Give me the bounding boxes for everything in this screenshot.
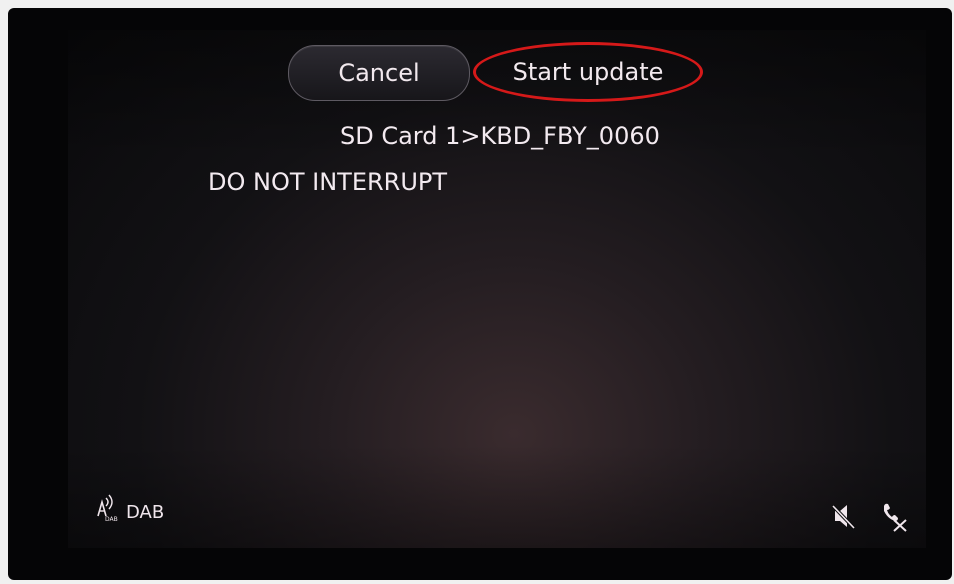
dab-status: DAB DAB bbox=[90, 492, 164, 522]
update-source-path: SD Card 1>KBD_FBY_0060 bbox=[340, 122, 660, 150]
status-icons bbox=[830, 500, 908, 532]
call-ended-icon bbox=[884, 503, 907, 532]
warning-message: DO NOT INTERRUPT bbox=[208, 168, 448, 196]
infotainment-display: Cancel Start update SD Card 1>KBD_FBY_00… bbox=[68, 30, 926, 548]
screen-bezel: Cancel Start update SD Card 1>KBD_FBY_00… bbox=[8, 8, 952, 580]
photo-frame: Cancel Start update SD Card 1>KBD_FBY_00… bbox=[0, 0, 954, 584]
start-update-button[interactable]: Start update bbox=[473, 42, 703, 102]
svg-text:DAB: DAB bbox=[105, 516, 118, 522]
mute-icon bbox=[831, 504, 856, 530]
cancel-button[interactable]: Cancel bbox=[288, 45, 470, 101]
start-update-button-label: Start update bbox=[512, 58, 664, 86]
dab-label: DAB bbox=[126, 502, 165, 523]
cancel-button-label: Cancel bbox=[338, 59, 420, 87]
dab-radio-icon: DAB bbox=[97, 494, 118, 522]
